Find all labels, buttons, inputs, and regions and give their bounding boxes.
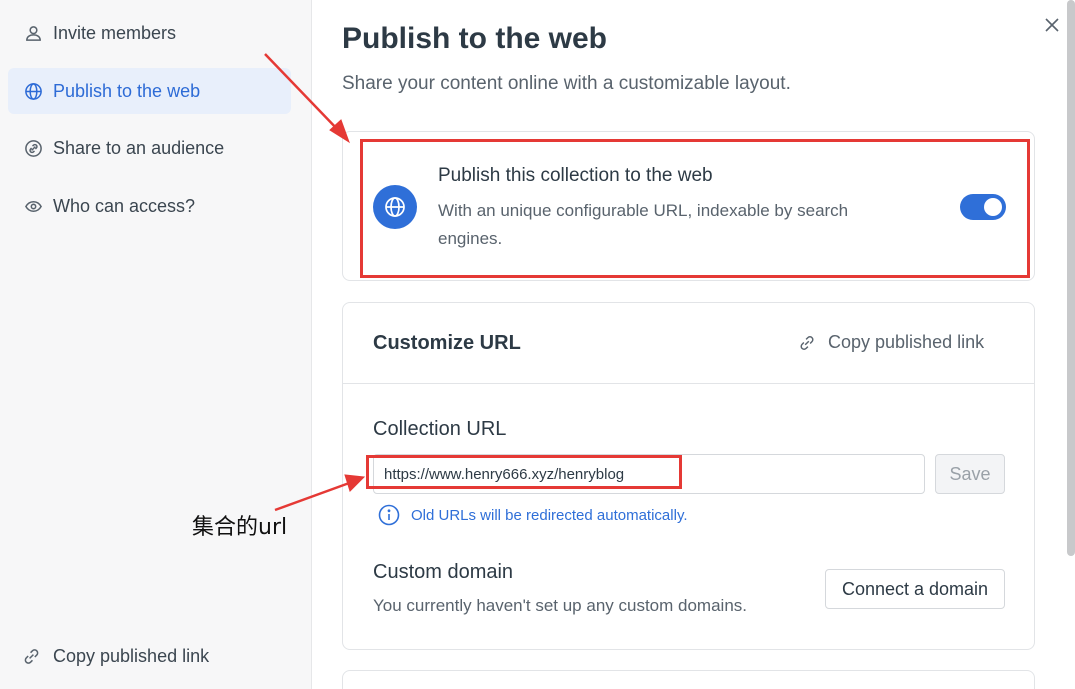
redirect-info-text: Old URLs will be redirected automaticall… <box>411 506 688 524</box>
sidebar-item-publish-to-web[interactable]: Publish to the web <box>8 68 291 114</box>
highlight-box-url <box>366 455 682 489</box>
close-icon[interactable] <box>1044 17 1060 33</box>
users-icon <box>23 23 43 43</box>
sidebar: Invite members Publish to the web Share … <box>0 0 312 689</box>
copy-link-label: Copy published link <box>53 646 210 666</box>
annotation-label: 集合的url <box>192 515 288 540</box>
link-icon <box>24 649 39 664</box>
link-icon <box>800 335 814 350</box>
sidebar-copy-published-link[interactable]: Copy published link <box>22 646 209 667</box>
main-panel: Publish to the web Share your content on… <box>312 0 1075 689</box>
redirect-info: Old URLs will be redirected automaticall… <box>378 504 688 526</box>
next-card <box>342 670 1035 689</box>
custom-domain-label: Custom domain <box>373 561 514 583</box>
page-title: Publish to the web <box>342 22 608 55</box>
save-button[interactable]: Save <box>935 454 1005 494</box>
copy-link-label: Copy published link <box>828 332 985 352</box>
sidebar-item-label: Invite members <box>53 22 177 43</box>
sidebar-item-label: Publish to the web <box>53 80 201 101</box>
custom-domain-description: You currently haven't set up any custom … <box>373 596 747 615</box>
info-icon <box>378 504 400 526</box>
page-subtitle: Share your content online with a customi… <box>342 73 791 94</box>
customize-url-header: Customize URL Copy published link <box>343 303 1034 384</box>
connect-domain-button[interactable]: Connect a domain <box>825 569 1005 609</box>
sidebar-item-label: Share to an audience <box>53 137 225 158</box>
sidebar-item-share-to-audience[interactable]: Share to an audience <box>8 125 291 171</box>
sidebar-item-invite-members[interactable]: Invite members <box>8 10 291 56</box>
highlight-box-publish <box>360 139 1030 278</box>
collection-url-label: Collection URL <box>373 418 507 440</box>
copy-published-link-button[interactable]: Copy published link <box>798 332 984 353</box>
eye-icon <box>23 196 43 216</box>
sidebar-item-label: Who can access? <box>53 195 196 216</box>
link-circle-icon <box>23 138 43 158</box>
scrollbar[interactable] <box>1067 0 1075 556</box>
customize-url-title: Customize URL <box>373 332 521 354</box>
globe-icon <box>23 81 43 101</box>
sidebar-item-who-can-access[interactable]: Who can access? <box>8 183 291 229</box>
